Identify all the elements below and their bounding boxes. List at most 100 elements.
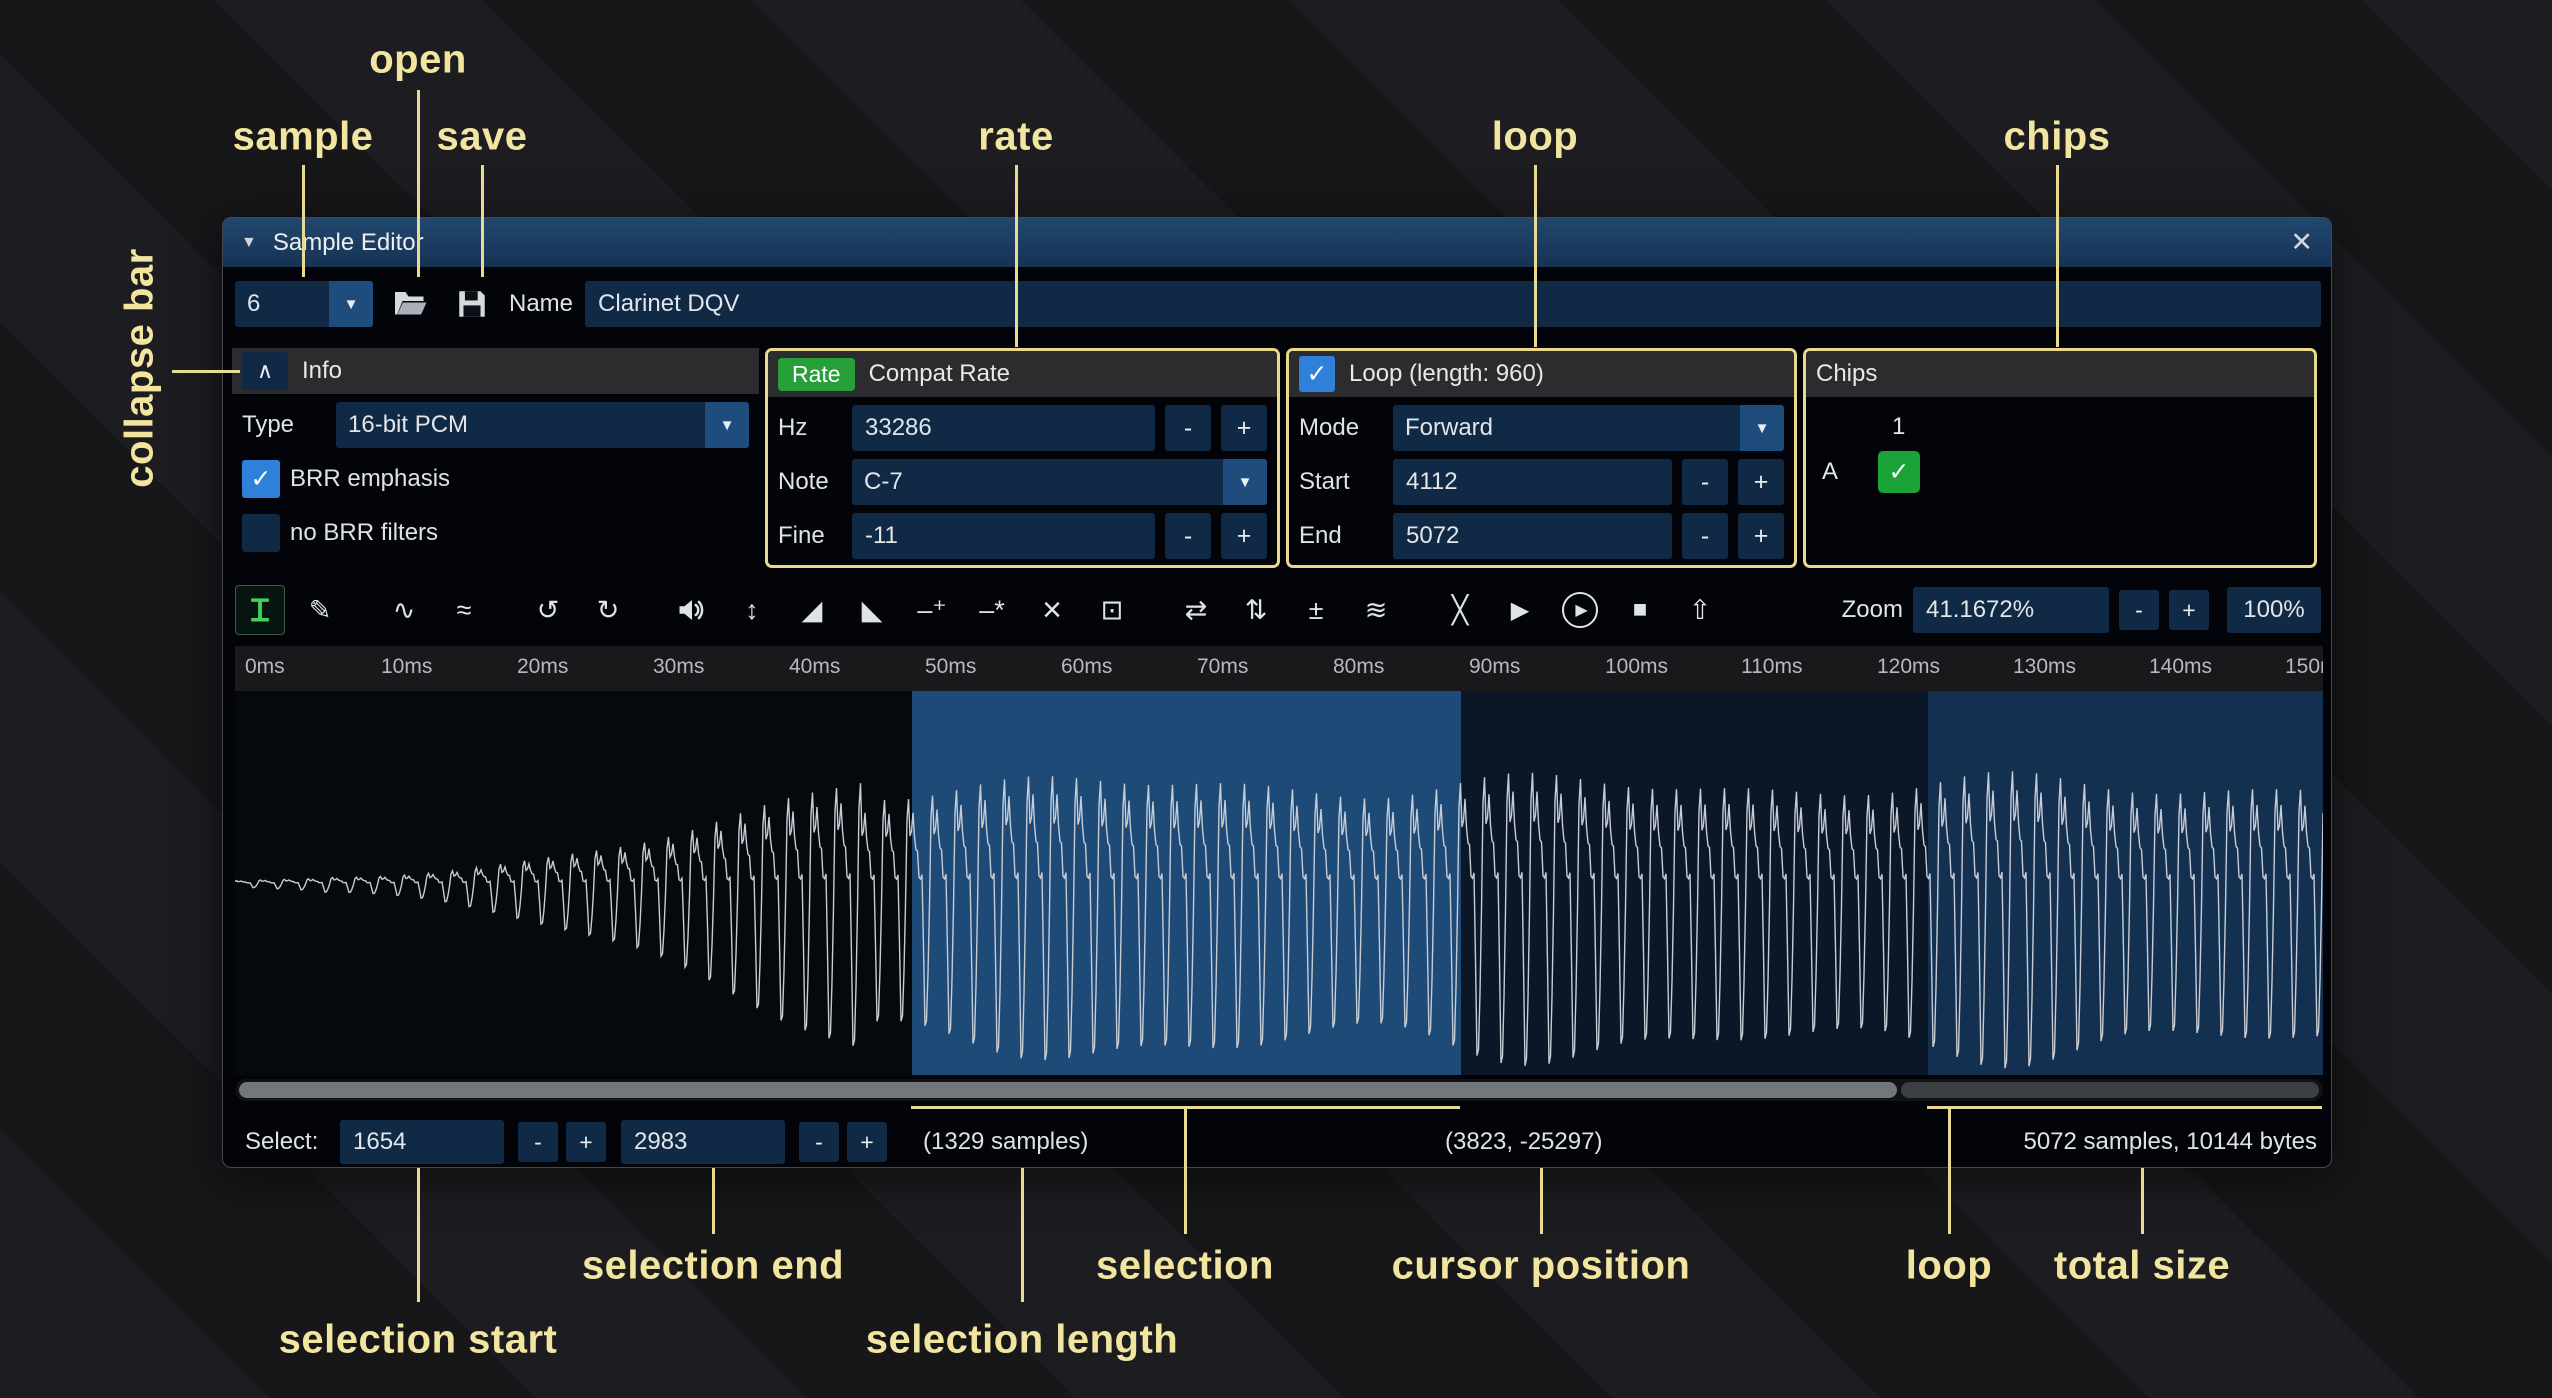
zoom-in-button[interactable]: + — [2169, 590, 2209, 630]
zoom-reset-button[interactable]: 100% — [2227, 587, 2321, 633]
annotation-open: open — [369, 38, 467, 83]
type-dropdown[interactable]: 16-bit PCM ▼ — [336, 402, 749, 448]
name-input[interactable]: Clarinet DQV — [585, 281, 2321, 327]
name-label: Name — [509, 290, 573, 318]
window-title: Sample Editor — [273, 229, 424, 257]
loop-start-value: 4112 — [1406, 468, 1458, 496]
filter-icon[interactable]: ≋ — [1351, 585, 1401, 635]
floppy-icon — [455, 287, 489, 321]
ruler-label: 130ms — [2013, 655, 2076, 679]
annotation-line-loop-region — [1948, 1108, 1951, 1234]
loop-mode-value: Forward — [1393, 414, 1740, 442]
delete-icon[interactable]: × — [1027, 585, 1077, 635]
zoom-label: Zoom — [1842, 596, 1903, 624]
scrollbar-handle[interactable] — [239, 1082, 1897, 1098]
chevron-down-icon: ▼ — [329, 281, 373, 327]
collapse-triangle-icon[interactable]: ▼ — [241, 234, 257, 252]
amplify-icon[interactable] — [667, 585, 717, 635]
redo-icon[interactable]: ↻ — [583, 585, 633, 635]
ruler-label: 150ms — [2285, 655, 2323, 679]
selection-end-plus-button[interactable]: + — [847, 1122, 887, 1162]
waveform-scrollbar[interactable] — [235, 1079, 2323, 1101]
annotation-save: save — [437, 115, 528, 160]
play-icon[interactable]: ▶ — [1555, 585, 1605, 635]
sign-icon[interactable]: ± — [1291, 585, 1341, 635]
loop-start-plus-button[interactable]: + — [1738, 459, 1784, 505]
selection-start-plus-button[interactable]: + — [566, 1122, 606, 1162]
crossfade-icon[interactable]: ╳ — [1435, 585, 1485, 635]
hz-plus-button[interactable]: + — [1221, 405, 1267, 451]
preview-icon[interactable]: ▶ — [1495, 585, 1545, 635]
save-button[interactable] — [447, 279, 497, 329]
undo-icon[interactable]: ↺ — [523, 585, 573, 635]
open-button[interactable] — [385, 279, 435, 329]
fade-in-icon[interactable]: ◢ — [787, 585, 837, 635]
total-size-text: 5072 samples, 10144 bytes — [2023, 1128, 2317, 1156]
sample-number: 6 — [235, 290, 329, 318]
chips-header: Chips — [1806, 351, 2314, 397]
loop-end-plus-button[interactable]: + — [1738, 513, 1784, 559]
titlebar[interactable]: ▼ Sample Editor ✕ — [223, 218, 2331, 267]
info-section: ∧ Info Type 16-bit PCM ▼ ✓ BRR emphasis — [232, 348, 759, 568]
reverse-icon[interactable]: ⇄ — [1171, 585, 1221, 635]
selection-end-input[interactable]: 2983 — [621, 1120, 785, 1164]
sample-selector[interactable]: 6 ▼ — [235, 281, 373, 327]
upload-icon[interactable]: ⇧ — [1675, 585, 1725, 635]
annotation-cursor-position: cursor position — [1392, 1244, 1691, 1289]
loop-checkbox[interactable]: ✓ — [1299, 356, 1335, 392]
sample-editor-window: ▼ Sample Editor ✕ 6 ▼ — [222, 217, 2332, 1168]
loop-start-input[interactable]: 4112 — [1393, 459, 1672, 505]
hz-input[interactable]: 33286 — [852, 405, 1155, 451]
fine-plus-button[interactable]: + — [1221, 513, 1267, 559]
normalize-icon[interactable]: ↕ — [727, 585, 777, 635]
stop-icon[interactable]: ■ — [1615, 585, 1665, 635]
select-label: Select: — [245, 1128, 318, 1156]
hz-value: 33286 — [865, 414, 932, 442]
zoom-input[interactable]: 41.1672% — [1913, 587, 2109, 633]
loop-mode-dropdown[interactable]: Forward ▼ — [1393, 405, 1784, 451]
statusbar: Select: 1654 - + 2983 - + (1329 samples)… — [223, 1115, 2331, 1169]
fine-minus-button[interactable]: - — [1165, 513, 1211, 559]
rate-badge: Rate — [778, 358, 855, 391]
selection-end-minus-button[interactable]: - — [799, 1122, 839, 1162]
loop-start-minus-button[interactable]: - — [1682, 459, 1728, 505]
scrollbar-handle-dim — [1901, 1082, 2319, 1098]
hz-minus-button[interactable]: - — [1165, 405, 1211, 451]
fade-out-icon[interactable]: ◣ — [847, 585, 897, 635]
chips-section: Chips 1 A ✓ — [1803, 348, 2317, 568]
zoom-out-button[interactable]: - — [2119, 590, 2159, 630]
annotation-chips: chips — [2004, 115, 2111, 160]
annotation-sample: sample — [233, 115, 374, 160]
annotation-loop-region: loop — [1906, 1244, 1992, 1289]
chips-header-label: Chips — [1816, 360, 1877, 388]
collapse-bar-button[interactable]: ∧ — [242, 352, 288, 390]
no-brr-filters-label: no BRR filters — [290, 519, 438, 547]
ruler-label: 10ms — [381, 655, 432, 679]
mode-label: Mode — [1299, 414, 1383, 442]
brr-emphasis-checkbox[interactable]: ✓ — [242, 460, 280, 498]
resample-icon[interactable]: ≈ — [439, 585, 489, 635]
close-icon[interactable]: ✕ — [2290, 227, 2313, 258]
cursor-position-text: (3823, -25297) — [1445, 1128, 1602, 1156]
annotation-line-cursor-position — [1540, 1168, 1543, 1234]
invert-icon[interactable]: ⇅ — [1231, 585, 1281, 635]
loop-end-value: 5072 — [1406, 522, 1459, 550]
loop-end-input[interactable]: 5072 — [1393, 513, 1672, 559]
waveform-view[interactable] — [235, 691, 2323, 1075]
ruler-label: 50ms — [925, 655, 976, 679]
apply-silence-icon[interactable]: –* — [967, 585, 1017, 635]
trim-icon[interactable]: ⊡ — [1087, 585, 1137, 635]
insert-silence-icon[interactable]: –⁺ — [907, 585, 957, 635]
selection-start-input[interactable]: 1654 — [340, 1120, 504, 1164]
selection-start-minus-button[interactable]: - — [518, 1122, 558, 1162]
edit-select-icon[interactable]: Ɪ — [235, 585, 285, 635]
fine-input[interactable]: -11 — [852, 513, 1155, 559]
loop-end-minus-button[interactable]: - — [1682, 513, 1728, 559]
draw-icon[interactable]: ✎ — [295, 585, 345, 635]
brr-emphasis-label: BRR emphasis — [290, 465, 450, 493]
note-dropdown[interactable]: C-7 ▼ — [852, 459, 1267, 505]
ruler-label: 20ms — [517, 655, 568, 679]
chip-enable-checkbox[interactable]: ✓ — [1878, 451, 1920, 493]
resize-icon[interactable]: ∿ — [379, 585, 429, 635]
no-brr-filters-checkbox[interactable] — [242, 514, 280, 552]
